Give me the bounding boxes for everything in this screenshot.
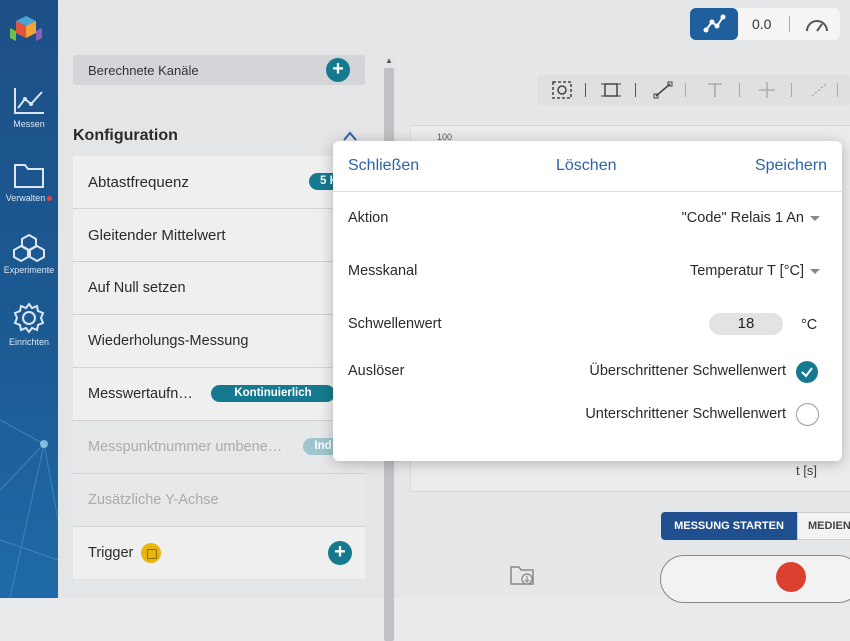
decorative-network-graphic [0, 419, 58, 598]
nav-item-label: Verwalten [5, 193, 46, 203]
config-row-label: Zusätzliche Y-Achse [88, 492, 219, 508]
nav-item-verwalten[interactable]: Verwalten [0, 160, 58, 203]
divider [739, 83, 740, 97]
gauge-icon[interactable] [804, 15, 830, 33]
fit-to-screen-icon[interactable] [601, 81, 621, 99]
chevron-down-icon [810, 268, 820, 274]
config-row-gleitender-mittelwert[interactable]: Gleitender Mittelwert [73, 209, 365, 262]
record-button[interactable] [776, 562, 806, 592]
radio-below-threshold[interactable] [796, 403, 819, 426]
trigger-status-icon [141, 543, 161, 563]
option-label: Überschrittener Schwellenwert [589, 363, 786, 379]
trigger-label: Auslöser [348, 363, 405, 379]
checkmark-icon [801, 367, 813, 378]
divider [837, 83, 838, 97]
app-logo-icon [10, 16, 42, 41]
recording-mode-badge: Kontinuierlich [211, 385, 335, 402]
config-row-label: Auf Null setzen [88, 280, 186, 296]
dialog-header: Schließen Löschen Speichern [333, 141, 842, 192]
text-tool-icon[interactable] [705, 81, 725, 99]
trigger-dialog: Schließen Löschen Speichern Aktion "Code… [333, 141, 842, 461]
threshold-unit: °C [801, 317, 818, 333]
config-row-label: Gleitender Mittelwert [88, 227, 226, 244]
config-row-abtastfrequenz[interactable]: Abtastfrequenz 5 H [73, 156, 365, 209]
option-label: Unterschrittener Schwellenwert [585, 406, 786, 422]
save-button[interactable]: Speichern [755, 157, 827, 175]
action-select[interactable]: "Code" Relais 1 An [682, 210, 820, 226]
tangent-tool-icon[interactable] [809, 81, 829, 99]
divider [585, 83, 586, 97]
threshold-label: Schwellenwert [348, 316, 442, 332]
config-row-label: Messwertaufn… [88, 386, 193, 402]
config-row-auf-null-setzen[interactable]: Auf Null setzen [73, 262, 365, 315]
config-row-label: Messpunktnummer umbene… [88, 439, 283, 455]
graph-view-button[interactable] [690, 8, 738, 40]
calculated-channels-row[interactable]: Berechnete Kanäle + [73, 55, 365, 85]
config-row-label: Abtastfrequenz [88, 174, 189, 191]
action-value: "Code" Relais 1 An [681, 210, 804, 226]
display-mode-control: 0.0 [690, 8, 840, 40]
divider [635, 83, 636, 97]
folder-download-icon[interactable] [510, 564, 536, 586]
notification-dot [47, 196, 53, 202]
zoom-region-icon[interactable] [552, 81, 572, 99]
calculated-channels-label: Berechnete Kanäle [88, 63, 199, 78]
line-chart-icon [14, 88, 44, 114]
nav-item-einrichten[interactable]: Einrichten [0, 302, 58, 347]
graph-toolbar [537, 75, 850, 105]
channel-select[interactable]: Temperatur T [°C] [690, 263, 820, 279]
config-row-label: Trigger [88, 545, 134, 561]
divider [685, 83, 686, 97]
delete-button[interactable]: Löschen [556, 157, 617, 175]
configuration-list: Abtastfrequenz 5 H Gleitender Mittelwert… [73, 156, 365, 579]
marker-tool-icon[interactable] [757, 81, 777, 99]
config-row-trigger[interactable]: Trigger + [73, 527, 365, 579]
config-row-wiederholungs-messung[interactable]: Wiederholungs-Messung [73, 315, 365, 368]
chevron-up-icon[interactable] [343, 131, 357, 141]
divider [789, 16, 790, 32]
nav-item-label: Einrichten [8, 337, 50, 347]
action-label: Aktion [348, 210, 389, 226]
side-navigation: Messen Verwalten Experimente Einrichten [0, 0, 58, 598]
nav-item-messen[interactable]: Messen [0, 86, 58, 129]
x-axis-label: t [s] [796, 463, 817, 478]
config-row-messpunktnummer: Messpunktnummer umbene… Ind [73, 421, 365, 474]
nav-item-label: Experimente [3, 265, 55, 275]
close-button[interactable]: Schließen [348, 157, 419, 175]
folder-icon [14, 164, 44, 188]
cubes-icon [13, 233, 45, 262]
nav-item-experimente[interactable]: Experimente [0, 232, 58, 275]
config-row-label: Wiederholungs-Messung [88, 333, 249, 349]
channel-value: Temperatur T [°C] [689, 263, 804, 279]
add-calculated-channel-button[interactable]: + [326, 58, 350, 82]
graph-icon [703, 14, 726, 33]
threshold-input[interactable]: 18 [709, 313, 783, 335]
divider [791, 83, 792, 97]
radio-exceeded-threshold[interactable] [796, 361, 818, 383]
line-tool-icon[interactable] [653, 81, 673, 99]
record-button-frame[interactable] [660, 555, 850, 603]
gear-icon [13, 302, 45, 334]
numeric-value: 0.0 [752, 16, 772, 32]
config-row-messwertaufnahme[interactable]: Messwertaufn… Kontinuierlich [73, 368, 365, 421]
config-row-zusaetzliche-y-achse: Zusätzliche Y-Achse [73, 474, 365, 527]
tab-medien[interactable]: MEDIEN [797, 512, 850, 540]
tab-messung-starten[interactable]: MESSUNG STARTEN [661, 512, 797, 540]
scroll-up-arrow-icon[interactable]: ▲ [385, 56, 393, 65]
nav-item-label: Messen [13, 119, 45, 129]
chevron-down-icon [810, 215, 820, 221]
channel-label: Messkanal [348, 263, 418, 279]
add-trigger-button[interactable]: + [328, 541, 352, 565]
configuration-heading: Konfiguration [73, 127, 178, 144]
